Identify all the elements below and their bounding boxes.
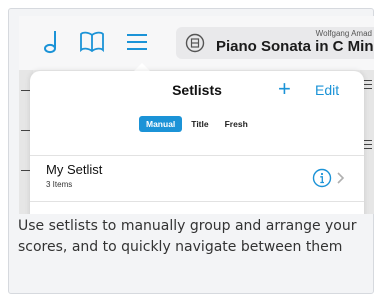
- top-toolbar: Wolfgang Amad Piano Sonata in C Minor, 3: [19, 16, 374, 70]
- add-setlist-button[interactable]: +: [278, 75, 291, 103]
- setlists-popover: Setlists + Edit Manual Title Fresh My Se…: [30, 71, 364, 214]
- help-caption: Use setlists to manually group and arran…: [18, 218, 357, 255]
- score-badge-icon: [185, 33, 205, 58]
- composer-label: Wolfgang Amad: [315, 29, 372, 38]
- menu-icon[interactable]: [125, 29, 149, 60]
- library-book-icon[interactable]: [79, 29, 105, 60]
- music-note-icon[interactable]: [41, 29, 61, 60]
- popover-header: Setlists + Edit: [30, 71, 364, 107]
- list-divider: [30, 201, 364, 202]
- setlist-name: My Setlist: [46, 162, 103, 177]
- list-item[interactable]: My Setlist 3 Items: [30, 156, 364, 200]
- piece-title: Piano Sonata in C Minor, 3: [216, 38, 374, 55]
- sort-segmented-control: Manual Title Fresh: [139, 116, 255, 134]
- app-screenshot: Wolfgang Amad Piano Sonata in C Minor, 3…: [19, 16, 374, 214]
- info-icon[interactable]: [312, 168, 332, 193]
- tab-fresh[interactable]: Fresh: [218, 116, 255, 132]
- popover-title: Setlists: [172, 82, 222, 98]
- setlist-count: 3 Items: [46, 180, 73, 189]
- tab-title[interactable]: Title: [184, 116, 215, 132]
- tab-manual[interactable]: Manual: [139, 116, 183, 132]
- score-title-pill[interactable]: Wolfgang Amad Piano Sonata in C Minor, 3: [176, 27, 374, 59]
- chevron-right-icon: [336, 170, 346, 191]
- edit-button[interactable]: Edit: [315, 82, 339, 98]
